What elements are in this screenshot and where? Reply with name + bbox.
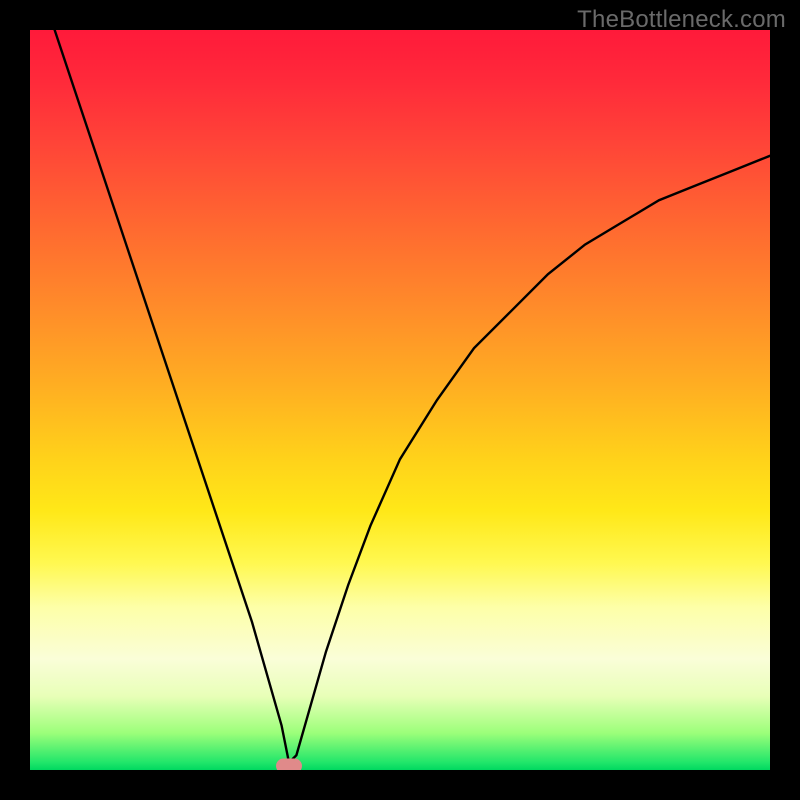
- chart-marker-dot: [276, 759, 302, 770]
- chart-curve: [30, 30, 770, 763]
- watermark-text: TheBottleneck.com: [577, 6, 786, 34]
- chart-svg: [30, 30, 770, 770]
- chart-plot-area: [30, 30, 770, 770]
